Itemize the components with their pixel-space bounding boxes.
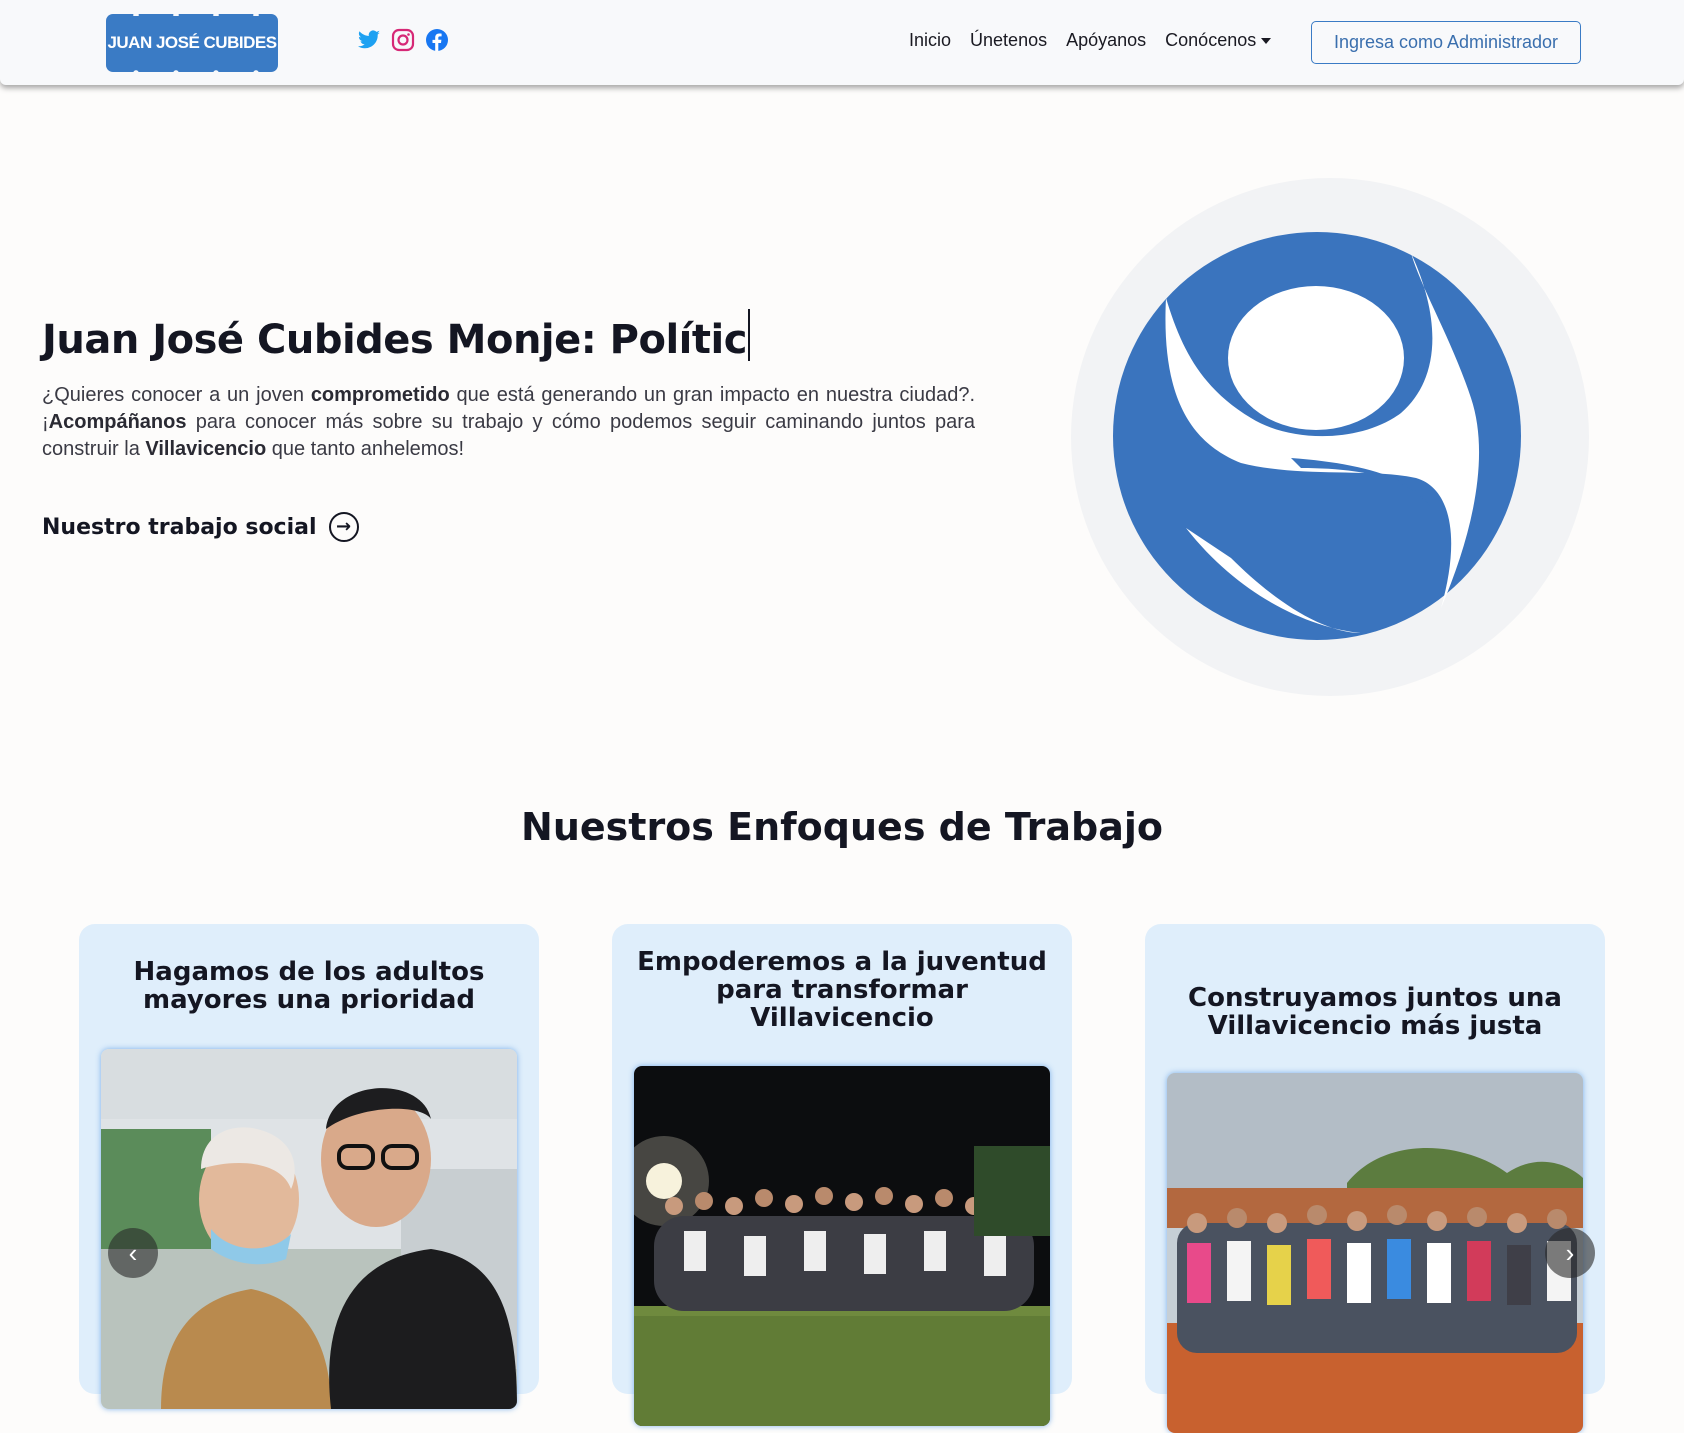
nav-link-apoyanos[interactable]: Apóyanos [1066,30,1146,51]
hero-text-1: ¿Quieres conocer a un joven [42,384,311,406]
chevron-right-icon: › [1565,1237,1575,1268]
social-work-link-label: Nuestro trabajo social [42,514,317,540]
nav-link-unetenos[interactable]: Únetenos [970,30,1047,51]
brand-text: JUAN JOSÉ CUBIDES [107,33,277,52]
focus-card-youth: Empoderemos a la juventud para transform… [612,924,1072,1426]
hero-bold-1: comprometido [310,384,450,406]
nav-links: Inicio Únetenos Apóyanos Conócenos [909,30,1272,51]
hero-logo [1071,178,1589,696]
hero-description: ¿Quieres conocer a un joven comprometido… [42,382,975,463]
focus-card-justice: Construyamos juntos una Villavicencio má… [1145,924,1605,1433]
section-title: Nuestros Enfoques de Trabajo [521,805,1163,849]
hero-title-text: Juan José Cubides Monje: Polític [42,317,747,363]
card-photo-justice [1167,1073,1583,1433]
twitter-icon[interactable] [357,28,381,52]
social-work-link[interactable]: Nuestro trabajo social → [42,512,359,542]
card-photo-elderly [101,1049,517,1409]
admin-login-button[interactable]: Ingresa como Administrador [1311,21,1581,64]
arrow-right-icon: → [328,512,359,542]
hero-text-4: que tanto anhelemos! [266,438,465,460]
carousel-prev-button[interactable]: ‹ [108,1228,158,1278]
nav-link-inicio[interactable]: Inicio [909,30,951,51]
card-title: Construyamos juntos una Villavicencio má… [1188,983,1562,1041]
nav-link-conocenos[interactable]: Conócenos [1165,30,1272,51]
brand-logo[interactable]: JUAN JOSÉ CUBIDES [106,12,278,74]
nav-link-conocenos-label: Conócenos [1165,30,1257,50]
facebook-icon[interactable] [425,28,449,52]
card-photo-youth [634,1066,1050,1426]
instagram-icon[interactable] [391,28,415,52]
social-links [357,28,449,52]
hero-bold-3: Villavicencio [145,438,267,460]
typing-cursor [747,309,750,361]
chevron-down-icon [1261,37,1272,44]
hero-title: Juan José Cubides Monje: Polític [42,309,750,363]
focus-card-elderly: Hagamos de los adultos mayores una prior… [79,924,539,1409]
card-title: Hagamos de los adultos mayores una prior… [133,957,485,1015]
chevron-left-icon: ‹ [128,1237,138,1268]
card-title: Empoderemos a la juventud para transform… [637,947,1047,1033]
hero-bold-2: Acompáñanos [48,411,187,433]
navbar: JUAN JOSÉ CUBIDES Inicio Únetenos Apóyan… [0,0,1684,85]
carousel-next-button[interactable]: › [1545,1228,1595,1278]
